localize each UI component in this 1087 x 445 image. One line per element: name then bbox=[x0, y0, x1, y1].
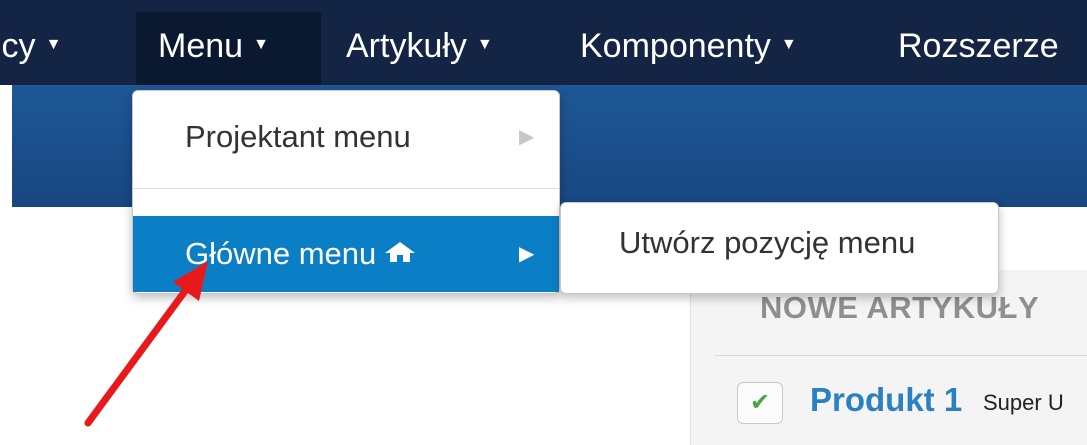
nav-item-label: Artykuły bbox=[346, 27, 467, 65]
published-check-icon[interactable]: ✔ bbox=[737, 382, 783, 424]
panel-divider bbox=[715, 355, 1087, 356]
home-icon bbox=[385, 241, 416, 262]
article-link[interactable]: Produkt 1 bbox=[810, 381, 962, 419]
nav-item-components[interactable]: Komponenty ▼ bbox=[580, 18, 797, 74]
dropdown-divider bbox=[133, 188, 559, 189]
annotation-arrow-icon bbox=[84, 261, 208, 427]
panel-title: NOWE ARTYKUŁY bbox=[760, 290, 1040, 325]
article-description: Super U bbox=[983, 390, 1064, 415]
caret-down-icon: ▼ bbox=[780, 36, 797, 54]
top-navigation-bar: icy ▼ Menu ▼ Artykuły ▼ Komponenty ▼ Rozszer… bbox=[0, 0, 1087, 85]
caret-down-icon: ▼ bbox=[45, 36, 62, 54]
nav-item-label: Menu bbox=[158, 27, 244, 65]
chevron-right-icon: ▶ bbox=[519, 243, 535, 265]
submenu-main-menu: Utwórz pozycję menu bbox=[560, 202, 999, 294]
dropdown-item-menu-manager[interactable]: Projektant menu ▶ bbox=[133, 99, 559, 175]
nav-item-users[interactable]: icy ▼ bbox=[0, 18, 61, 74]
nav-item-menu[interactable]: Menu ▼ bbox=[158, 18, 269, 74]
nav-item-label: Rozszerze bbox=[898, 27, 1059, 65]
dropdown-item-label: Projektant menu bbox=[185, 119, 411, 154]
chevron-right-icon: ▶ bbox=[519, 126, 535, 148]
submenu-item-create-menu-item[interactable]: Utwórz pozycję menu bbox=[619, 225, 915, 261]
nav-item-label: icy bbox=[0, 27, 36, 65]
nav-item-extensions[interactable]: Rozszerze bbox=[898, 18, 1059, 74]
caret-down-icon: ▼ bbox=[253, 36, 269, 54]
nav-item-label: Komponenty bbox=[580, 27, 771, 65]
nav-item-articles[interactable]: Artykuły ▼ bbox=[346, 18, 493, 74]
caret-down-icon: ▼ bbox=[476, 36, 493, 54]
